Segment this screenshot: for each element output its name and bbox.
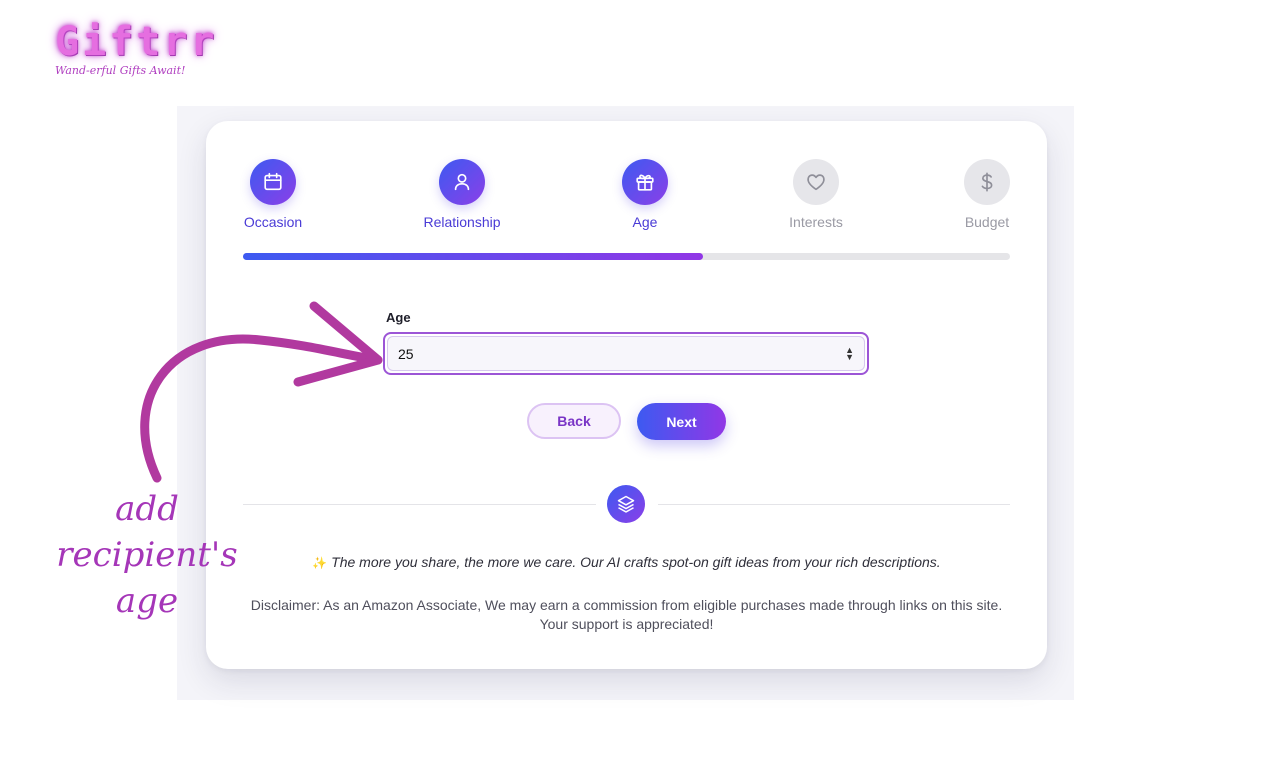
annotation-line-1: add recipient's xyxy=(56,489,238,575)
annotation-line-2: age xyxy=(115,581,179,621)
annotation-text: add recipient's age xyxy=(22,486,272,624)
annotation-arrow-icon xyxy=(140,301,383,483)
